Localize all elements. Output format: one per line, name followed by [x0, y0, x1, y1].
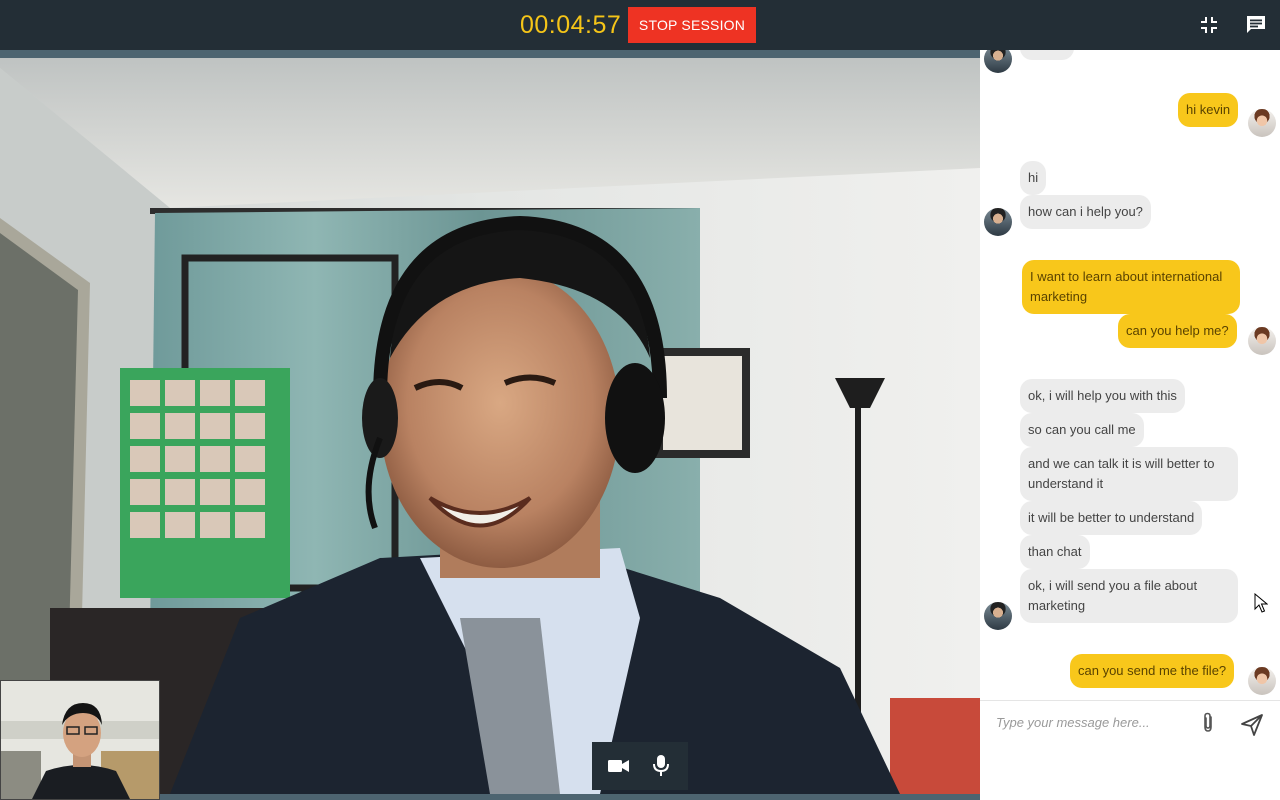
chat-message-input[interactable]	[996, 709, 1186, 735]
mouse-cursor-icon	[1254, 592, 1269, 613]
avatar	[1248, 109, 1276, 137]
avatar	[984, 208, 1012, 236]
chat-bubble-me: I want to learn about international mark…	[1022, 260, 1240, 314]
session-timer: 00:04:57	[520, 11, 622, 39]
chat-input-area	[980, 700, 1280, 800]
chat-bubble-me: can you help me?	[1118, 314, 1237, 348]
chat-icon[interactable]	[1243, 12, 1269, 38]
chat-bubble-them: ok, i will send you a file about marketi…	[1020, 569, 1238, 623]
chat-bubble-them: hi	[1020, 161, 1047, 195]
chat-bubble-them: and we can talk it is will better to und…	[1020, 447, 1238, 501]
chat-bubble-them: so can you call me	[1020, 413, 1144, 447]
session-top-bar: 00:04:57 STOP SESSION	[0, 0, 1280, 50]
chat-bubble-them: how can i help you?	[1020, 195, 1151, 229]
self-video-thumbnail	[0, 680, 160, 800]
avatar	[1248, 667, 1276, 695]
avatar	[984, 50, 1012, 73]
chat-bubble-them: it will be better to understand	[1020, 501, 1203, 535]
send-icon[interactable]	[1240, 713, 1264, 737]
paperclip-icon[interactable]	[1196, 711, 1220, 735]
chat-bubble-me: can you send me the file?	[1070, 654, 1235, 688]
chat-bubble-them: than chat	[1020, 535, 1090, 569]
chat-bubble-me: hi kevin	[1178, 93, 1239, 127]
chat-bubble-partial	[1020, 50, 1074, 60]
stop-session-button[interactable]: STOP SESSION	[628, 7, 756, 43]
call-controls	[592, 742, 688, 790]
chat-panel: hi kevin hi how can i help you? I want t…	[980, 50, 1280, 800]
chat-message-list[interactable]: hi kevin hi how can i help you? I want t…	[980, 50, 1280, 700]
video-camera-icon[interactable]	[601, 748, 637, 784]
microphone-icon[interactable]	[643, 748, 679, 784]
minimize-icon[interactable]	[1196, 12, 1222, 38]
chat-bubble-them: ok, i will help you with this	[1020, 379, 1185, 413]
avatar	[984, 602, 1012, 630]
avatar	[1248, 327, 1276, 355]
